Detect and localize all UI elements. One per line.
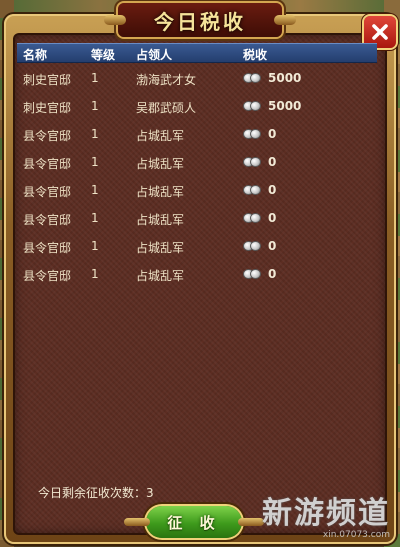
row-tax: 5000	[243, 99, 301, 113]
row-name: 县令官邸	[23, 269, 72, 283]
row-tax-value: 0	[268, 267, 277, 281]
silver-coin-icon	[243, 156, 263, 168]
row-occupant: 渤海武才女	[136, 73, 197, 87]
title-ornament-right	[274, 15, 296, 25]
table-row: 县令官邸 1 占城乱军 0	[17, 120, 377, 148]
row-tax: 0	[243, 211, 276, 225]
table-row: 县令官邸 1 占城乱军 0	[17, 260, 377, 288]
remaining-collections-text: 今日剩余征收次数：3	[38, 486, 154, 500]
table-row: 县令官邸 1 占城乱军 0	[17, 176, 377, 204]
table-row: 县令官邸 1 占城乱军 0	[17, 232, 377, 260]
row-tax: 0	[243, 155, 276, 169]
row-occupant: 占城乱军	[136, 241, 185, 255]
row-tax: 0	[243, 239, 276, 253]
row-occupant: 占城乱军	[136, 213, 185, 227]
tax-table-body: 刺史官邸 1 渤海武才女 5000 刺史官邸 1 吴郡武硕人 5000 县令官邸…	[17, 64, 377, 288]
row-name: 县令官邸	[23, 185, 72, 199]
row-tax-value: 0	[268, 183, 277, 197]
silver-coin-icon	[243, 184, 263, 196]
row-level: 1	[91, 155, 99, 169]
row-tax: 0	[243, 183, 276, 197]
row-level: 1	[91, 267, 99, 281]
silver-coin-icon	[243, 240, 263, 252]
row-name: 县令官邸	[23, 157, 72, 171]
watermark-title: 新游频道	[262, 496, 390, 531]
row-tax: 5000	[243, 71, 301, 85]
row-level: 1	[91, 127, 99, 141]
row-level: 1	[91, 183, 99, 197]
table-row: 刺史官邸 1 吴郡武硕人 5000	[17, 92, 377, 120]
dialog-title: 今日税收	[154, 9, 246, 34]
row-tax-value: 0	[268, 211, 277, 225]
dialog-title-banner: 今日税收	[104, 3, 296, 37]
silver-coin-icon	[243, 268, 263, 280]
row-occupant: 占城乱军	[136, 269, 185, 283]
row-level: 1	[91, 99, 99, 113]
row-name: 县令官邸	[23, 213, 72, 227]
row-tax-value: 0	[268, 239, 277, 253]
row-occupant: 占城乱军	[136, 157, 185, 171]
row-name: 县令官邸	[23, 241, 72, 255]
header-tax: 税收	[243, 48, 268, 62]
row-level: 1	[91, 211, 99, 225]
row-tax: 0	[243, 127, 276, 141]
table-row: 县令官邸 1 占城乱军 0	[17, 204, 377, 232]
table-row: 刺史官邸 1 渤海武才女 5000	[17, 64, 377, 92]
button-ornament-left	[124, 518, 150, 526]
button-ornament-right	[238, 518, 264, 526]
row-name: 刺史官邸	[23, 101, 72, 115]
row-occupant: 占城乱军	[136, 129, 185, 143]
header-occupant: 占领人	[136, 48, 173, 62]
row-tax-value: 0	[268, 127, 277, 141]
table-row: 县令官邸 1 占城乱军 0	[17, 148, 377, 176]
row-tax-value: 0	[268, 155, 277, 169]
silver-coin-icon	[243, 212, 263, 224]
title-ornament-left	[104, 15, 126, 25]
row-occupant: 占城乱军	[136, 185, 185, 199]
header-name: 名称	[23, 48, 48, 62]
header-level: 等级	[91, 48, 116, 62]
row-level: 1	[91, 71, 99, 85]
row-tax-value: 5000	[268, 71, 302, 85]
row-occupant: 吴郡武硕人	[136, 101, 197, 115]
close-x-icon	[372, 24, 388, 40]
row-name: 刺史官邸	[23, 73, 72, 87]
collect-tax-button[interactable]: 征 收	[124, 506, 264, 538]
row-level: 1	[91, 239, 99, 253]
site-watermark: 新游频道 xin.07073.com	[262, 488, 390, 540]
silver-coin-icon	[243, 128, 263, 140]
collect-button-label: 征 收	[167, 513, 221, 532]
row-name: 县令官邸	[23, 129, 72, 143]
table-header: 名称 等级 占领人 税收	[17, 43, 377, 63]
row-tax: 0	[243, 267, 276, 281]
row-tax-value: 5000	[268, 99, 302, 113]
silver-coin-icon	[243, 100, 263, 112]
silver-coin-icon	[243, 72, 263, 84]
